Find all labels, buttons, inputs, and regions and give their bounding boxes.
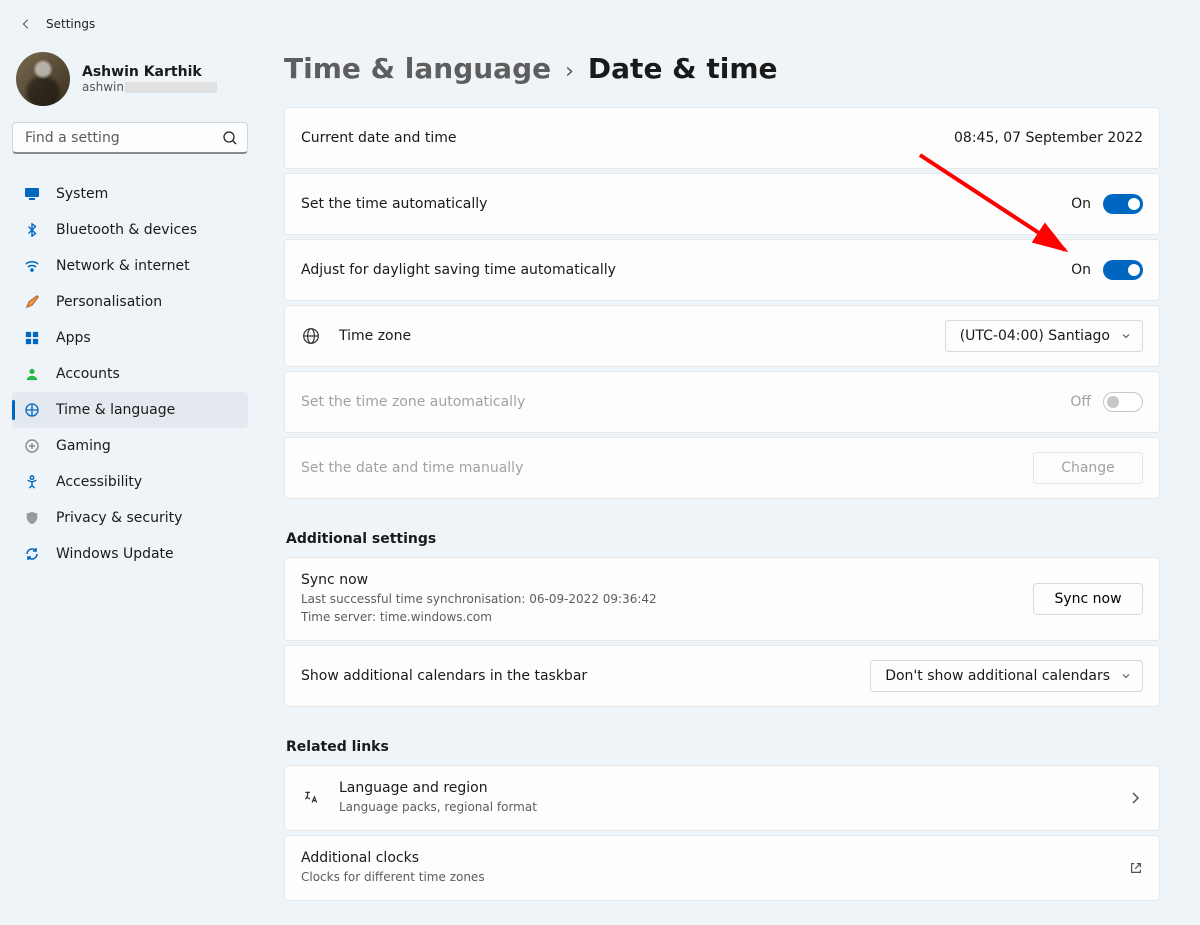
row-label: Set the time automatically: [301, 196, 1071, 212]
row-auto-timezone: Set the time zone automatically Off: [301, 372, 1143, 432]
sync-server: Time server: time.windows.com: [301, 608, 1033, 626]
nav-label: Windows Update: [56, 546, 174, 562]
row-auto-time: Set the time automatically On: [301, 174, 1143, 234]
link-language-region[interactable]: Language and region Language packs, regi…: [301, 766, 1143, 830]
nav-time-language[interactable]: Time & language: [12, 392, 248, 428]
link-sub: Clocks for different time zones: [301, 868, 1129, 886]
current-datetime-value: 08:45, 07 September 2022: [954, 130, 1143, 146]
row-timezone: Time zone (UTC-04:00) Santiago: [301, 306, 1143, 366]
globe-icon: [301, 326, 321, 346]
breadcrumb-separator: ›: [565, 59, 574, 84]
nav-label: Bluetooth & devices: [56, 222, 197, 238]
nav-update[interactable]: Windows Update: [12, 536, 248, 572]
main-content: Time & language › Date & time Current da…: [260, 48, 1200, 925]
auto-time-toggle[interactable]: [1103, 194, 1143, 214]
toggle-state: Off: [1070, 394, 1091, 410]
nav-network[interactable]: Network & internet: [12, 248, 248, 284]
globe-clock-icon: [24, 402, 40, 418]
nav-personalisation[interactable]: Personalisation: [12, 284, 248, 320]
section-additional-title: Additional settings: [286, 531, 1160, 547]
nav-label: Personalisation: [56, 294, 162, 310]
back-button[interactable]: [14, 12, 38, 36]
row-label: Time zone: [339, 328, 945, 344]
profile-email: ashwin: [82, 80, 217, 94]
language-icon: [301, 788, 321, 808]
nav-label: Network & internet: [56, 258, 190, 274]
nav-apps[interactable]: Apps: [12, 320, 248, 356]
nav-label: Accounts: [56, 366, 120, 382]
profile-name: Ashwin Karthik: [82, 64, 217, 80]
sync-last: Last successful time synchronisation: 06…: [301, 590, 1033, 608]
profile-block[interactable]: Ashwin Karthik ashwin: [12, 50, 248, 122]
bluetooth-icon: [24, 222, 40, 238]
dropdown-value: Don't show additional calendars: [885, 668, 1110, 684]
link-sub: Language packs, regional format: [339, 798, 1127, 816]
dropdown-value: (UTC-04:00) Santiago: [960, 328, 1110, 344]
row-label: Set the time zone automatically: [301, 394, 1070, 410]
row-label: Adjust for daylight saving time automati…: [301, 262, 1071, 278]
shield-icon: [24, 510, 40, 526]
link-title: Additional clocks: [301, 850, 1129, 866]
row-dst: Adjust for daylight saving time automati…: [301, 240, 1143, 300]
nav-label: Time & language: [56, 402, 175, 418]
nav-system[interactable]: System: [12, 176, 248, 212]
row-current-datetime: Current date and time 08:45, 07 Septembe…: [301, 108, 1143, 168]
nav-label: Privacy & security: [56, 510, 182, 526]
breadcrumb: Time & language › Date & time: [284, 52, 1160, 85]
chevron-down-icon: [1120, 670, 1132, 682]
monitor-icon: [24, 186, 40, 202]
nav-accessibility[interactable]: Accessibility: [12, 464, 248, 500]
search-input[interactable]: [12, 122, 248, 154]
timezone-dropdown[interactable]: (UTC-04:00) Santiago: [945, 320, 1143, 352]
page-title: Date & time: [588, 52, 778, 85]
section-related-title: Related links: [286, 739, 1160, 755]
row-label: Set the date and time manually: [301, 460, 1033, 476]
toggle-state: On: [1071, 262, 1091, 278]
nav-label: System: [56, 186, 108, 202]
breadcrumb-parent[interactable]: Time & language: [284, 52, 551, 85]
change-button: Change: [1033, 452, 1143, 484]
row-additional-calendars: Show additional calendars in the taskbar…: [301, 646, 1143, 706]
person-icon: [24, 366, 40, 382]
wifi-icon: [24, 258, 40, 274]
refresh-icon: [24, 546, 40, 562]
auto-timezone-toggle: [1103, 392, 1143, 412]
chevron-down-icon: [1120, 330, 1132, 342]
toggle-state: On: [1071, 196, 1091, 212]
avatar: [16, 52, 70, 106]
calendars-dropdown[interactable]: Don't show additional calendars: [870, 660, 1143, 692]
external-link-icon: [1129, 861, 1143, 875]
nav-label: Gaming: [56, 438, 111, 454]
arrow-left-icon: [19, 17, 33, 31]
accessibility-icon: [24, 474, 40, 490]
game-icon: [24, 438, 40, 454]
link-additional-clocks[interactable]: Additional clocks Clocks for different t…: [301, 836, 1143, 900]
nav-label: Accessibility: [56, 474, 142, 490]
row-label: Current date and time: [301, 130, 954, 146]
dst-toggle[interactable]: [1103, 260, 1143, 280]
nav-privacy[interactable]: Privacy & security: [12, 500, 248, 536]
app-title: Settings: [46, 17, 95, 31]
nav-gaming[interactable]: Gaming: [12, 428, 248, 464]
grid-icon: [24, 330, 40, 346]
nav-label: Apps: [56, 330, 91, 346]
nav-bluetooth[interactable]: Bluetooth & devices: [12, 212, 248, 248]
link-title: Language and region: [339, 780, 1127, 796]
brush-icon: [24, 294, 40, 310]
row-label: Sync now: [301, 572, 1033, 588]
row-manual-datetime: Set the date and time manually Change: [301, 438, 1143, 498]
nav-accounts[interactable]: Accounts: [12, 356, 248, 392]
redacted-email: [125, 82, 217, 93]
chevron-right-icon: [1127, 790, 1143, 806]
row-sync: Sync now Last successful time synchronis…: [301, 558, 1143, 640]
sync-button[interactable]: Sync now: [1033, 583, 1143, 615]
row-label: Show additional calendars in the taskbar: [301, 668, 870, 684]
search-icon: [222, 130, 238, 146]
sidebar: Ashwin Karthik ashwin System Bluetooth &…: [0, 48, 260, 925]
